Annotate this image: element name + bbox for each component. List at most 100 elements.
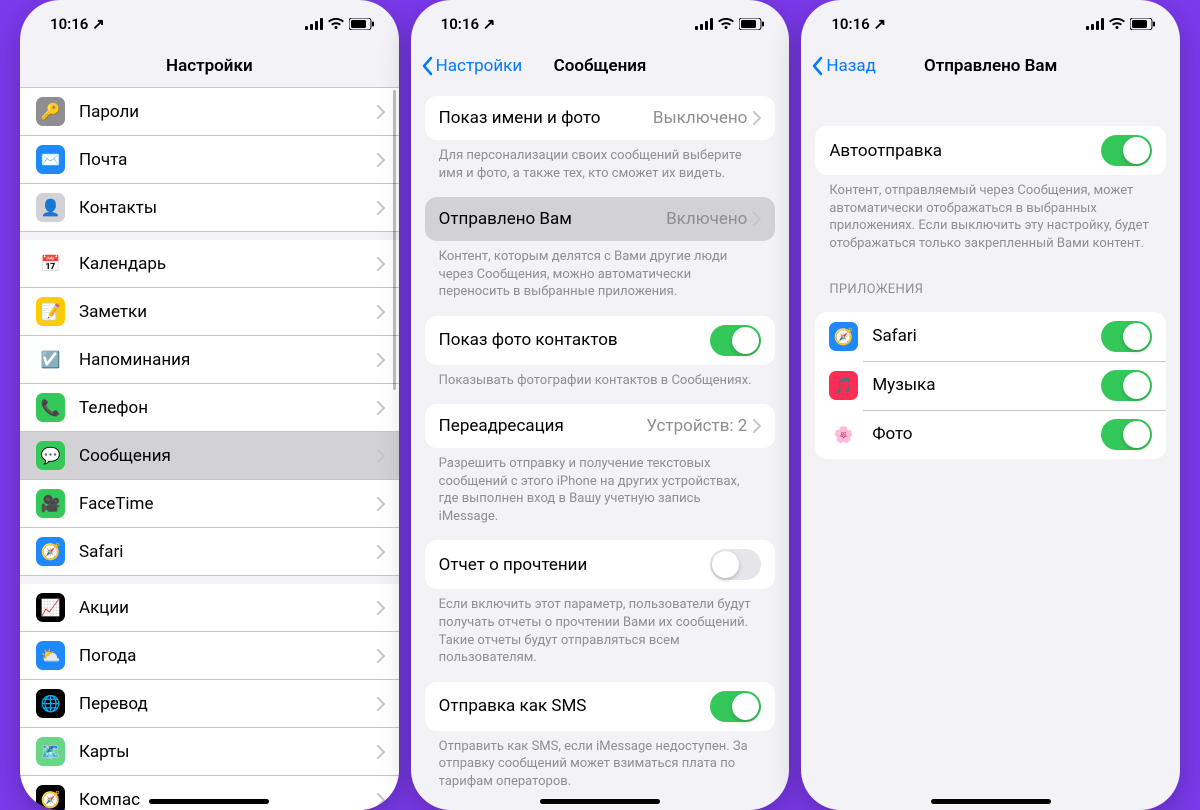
nav-title: Отправлено Вам xyxy=(924,56,1057,76)
settings-item-label: Напоминания xyxy=(79,350,377,370)
app-icon: 🧭 xyxy=(36,785,65,810)
app-icon: 🧭 xyxy=(829,322,858,351)
status-indicators xyxy=(695,18,765,30)
chevron-right-icon xyxy=(377,745,385,759)
wifi-icon xyxy=(718,18,734,30)
settings-item[interactable]: ☑️ Напоминания xyxy=(20,336,399,384)
nav-title: Настройки xyxy=(166,56,253,76)
scroll-indicator xyxy=(393,90,396,390)
row-shared-with-you[interactable]: Отправлено Вам Включено xyxy=(425,197,776,241)
back-button[interactable]: Настройки xyxy=(421,56,523,76)
settings-item[interactable]: 🗺️ Карты xyxy=(20,728,399,776)
settings-item[interactable]: ⛅Погода xyxy=(20,632,399,680)
nav-bar: Настройки xyxy=(20,44,399,88)
row-read-receipts[interactable]: Отчет о прочтении xyxy=(425,540,776,589)
back-button[interactable]: Назад xyxy=(811,56,876,76)
app-icon: ⛅ xyxy=(36,641,65,670)
status-indicators xyxy=(1086,18,1156,30)
chevron-right-icon xyxy=(377,305,385,319)
settings-scroll[interactable]: 🔑 Пароли ✉️Почта👤Контакты 📅Календарь📝Заметк… xyxy=(20,88,399,810)
chevron-right-icon xyxy=(377,257,385,271)
chevron-right-icon xyxy=(377,545,385,559)
app-icon: 🌐 xyxy=(36,689,65,718)
switch-contact-photos[interactable] xyxy=(710,325,761,356)
footer-note: Для персонализации своих сообщений выбер… xyxy=(411,140,790,189)
app-icon: 💬 xyxy=(36,441,65,470)
app-toggle-row[interactable]: 🌸Фото xyxy=(815,410,1166,459)
footer-note: Разрешить отправку и получение текстовых… xyxy=(411,448,790,532)
switch-app[interactable] xyxy=(1101,419,1152,450)
app-icon: 🗺️ xyxy=(36,737,65,766)
chevron-right-icon xyxy=(377,153,385,167)
status-time: 10:16 ↗ xyxy=(441,15,496,33)
row-auto-sharing[interactable]: Автоотправка xyxy=(815,126,1166,175)
shared-scroll[interactable]: Автоотправка Контент, отправляемый через… xyxy=(801,88,1180,810)
settings-item[interactable]: 📅Календарь xyxy=(20,240,399,288)
settings-item-label: Карты xyxy=(79,742,377,762)
row-label: Отчет о прочтении xyxy=(439,555,711,575)
settings-item-label: Safari xyxy=(79,542,377,562)
switch-auto-sharing[interactable] xyxy=(1101,135,1152,166)
back-label: Настройки xyxy=(436,56,523,76)
row-forwarding[interactable]: Переадресация Устройств: 2 xyxy=(425,404,776,448)
chevron-right-icon xyxy=(377,105,385,119)
settings-item[interactable]: 🧭Компас xyxy=(20,776,399,810)
chevron-right-icon xyxy=(377,449,385,463)
app-icon: 🔑 xyxy=(36,97,65,126)
settings-item[interactable]: 📈Акции xyxy=(20,584,399,632)
settings-item-label: Календарь xyxy=(79,254,377,274)
settings-item-label: Пароли xyxy=(79,102,377,122)
settings-item[interactable]: 🔑 Пароли xyxy=(20,88,399,136)
home-indicator[interactable] xyxy=(931,799,1051,804)
settings-item[interactable]: 💬Сообщения xyxy=(20,432,399,480)
app-icon: 🎥 xyxy=(36,489,65,518)
app-icon: 👤 xyxy=(36,193,65,222)
app-icon: 📞 xyxy=(36,393,65,422)
wifi-icon xyxy=(328,18,344,30)
app-icon: ✉️ xyxy=(36,145,65,174)
battery-icon xyxy=(349,18,375,30)
settings-item-label: Акции xyxy=(79,598,377,618)
chevron-right-icon xyxy=(377,201,385,215)
section-header: ПРИЛОЖЕНИЯ xyxy=(801,259,1180,304)
phone-messages-settings: 10:16 ↗ Настройки Сообщения Показ имени … xyxy=(411,0,790,810)
chevron-right-icon xyxy=(377,401,385,415)
row-send-as-sms[interactable]: Отправка как SMS xyxy=(425,682,776,731)
settings-item[interactable]: 🌐Перевод xyxy=(20,680,399,728)
nav-title: Сообщения xyxy=(554,56,647,76)
settings-item[interactable]: 📝Заметки xyxy=(20,288,399,336)
row-detail: Выключено xyxy=(653,108,747,128)
row-contact-photos[interactable]: Показ фото контактов xyxy=(425,316,776,365)
app-icon: ☑️ xyxy=(36,345,65,374)
footer-note: Показывать фотографии контактов в Сообще… xyxy=(411,365,790,397)
settings-item[interactable]: ✉️Почта xyxy=(20,136,399,184)
chevron-right-icon xyxy=(753,419,761,433)
row-label: Показ фото контактов xyxy=(439,330,711,350)
switch-read-receipts[interactable] xyxy=(710,549,761,580)
settings-item[interactable]: 📞 Телефон xyxy=(20,384,399,432)
app-toggle-row[interactable]: 🎵Музыка xyxy=(815,361,1166,410)
chevron-right-icon xyxy=(377,649,385,663)
wifi-icon xyxy=(1109,18,1125,30)
app-toggle-row[interactable]: 🧭Safari xyxy=(815,312,1166,361)
home-indicator[interactable] xyxy=(540,799,660,804)
settings-item-label: Телефон xyxy=(79,398,377,418)
row-label: Отправлено Вам xyxy=(439,209,666,229)
status-bar: 10:16 ↗ xyxy=(20,0,399,44)
switch-send-as-sms[interactable] xyxy=(710,691,761,722)
status-bar: 10:16 ↗ xyxy=(801,0,1180,44)
chevron-right-icon xyxy=(753,111,761,125)
home-indicator[interactable] xyxy=(149,799,269,804)
row-name-photo[interactable]: Показ имени и фото Выключено xyxy=(425,96,776,140)
phone-settings: 10:16 ↗ Настройки 🔑 Пароли ✉️Почта👤Контакт… xyxy=(20,0,399,810)
footer-note: Если включить этот параметр, пользовател… xyxy=(411,589,790,673)
status-bar: 10:16 ↗ xyxy=(411,0,790,44)
switch-app[interactable] xyxy=(1101,321,1152,352)
settings-item[interactable]: 👤Контакты xyxy=(20,184,399,232)
messages-scroll[interactable]: Показ имени и фото Выключено Для персона… xyxy=(411,88,790,810)
app-icon: 🧭 xyxy=(36,537,65,566)
switch-app[interactable] xyxy=(1101,370,1152,401)
settings-item[interactable]: 🧭 Safari xyxy=(20,528,399,576)
row-detail: Устройств: 2 xyxy=(646,416,747,436)
settings-item[interactable]: 🎥FaceTime xyxy=(20,480,399,528)
